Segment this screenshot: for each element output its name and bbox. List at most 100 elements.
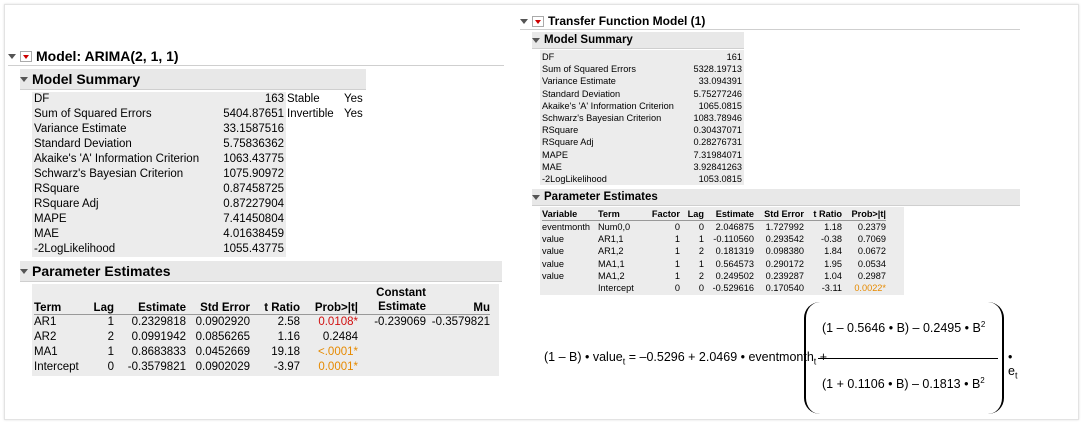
title-divider bbox=[520, 29, 1020, 30]
formula-lhs: (1 – B) • valuet = –0.5296 + 2.0469 • ev… bbox=[544, 350, 828, 367]
col-std-error[interactable]: Std Error bbox=[186, 284, 250, 314]
parameter-estimates-table: Term Lag Estimate Std Error t Ratio Prob… bbox=[34, 284, 490, 375]
disclosure-icon[interactable] bbox=[20, 268, 28, 274]
col-prob[interactable]: Prob>|t| bbox=[300, 284, 360, 314]
param-row: AR1 1 0.2329818 0.0902920 2.58 0.0108* -0.2390… bbox=[34, 315, 490, 330]
tf-col-lag[interactable]: Lag bbox=[680, 207, 704, 220]
tf-param-term: MA1,1 bbox=[598, 258, 625, 269]
tf-param-factor: 0 bbox=[674, 222, 680, 232]
tf-col-std-error[interactable]: Std Error bbox=[754, 207, 804, 220]
summary-value: 4.01638459 bbox=[223, 228, 284, 240]
col-constant-estimate[interactable]: Constant Estimate bbox=[360, 284, 426, 314]
summary-label: DF bbox=[34, 93, 50, 105]
tf-summary-label: Sum of Squared Errors bbox=[542, 64, 636, 75]
tf-summary-row: Standard Deviation 5.75277246 bbox=[542, 88, 742, 100]
summary-value: 1063.43775 bbox=[223, 153, 284, 165]
summary-row: Variance Estimate 33.1587516 bbox=[34, 122, 286, 137]
transfer-title-row[interactable]: Transfer Function Model (1) bbox=[520, 12, 1020, 30]
tf-summary-label: DF bbox=[542, 52, 555, 62]
tf-param-lag: 1 bbox=[698, 234, 704, 245]
tf-summary-row: RSquare Adj 0.28276731 bbox=[542, 136, 742, 148]
tf-param-term: MA1,2 bbox=[598, 270, 625, 281]
red-triangle-menu-icon[interactable] bbox=[532, 15, 544, 27]
col-estimate[interactable]: Estimate bbox=[114, 284, 186, 314]
tf-summary-label: Variance Estimate bbox=[542, 76, 616, 87]
tf-summary-value: 1083.78946 bbox=[693, 113, 742, 124]
summary-value: 1055.43775 bbox=[223, 243, 284, 255]
col-lag[interactable]: Lag bbox=[86, 284, 114, 314]
tf-summary-label: MAE bbox=[542, 161, 562, 172]
disclosure-icon[interactable] bbox=[8, 53, 16, 59]
model-summary-header[interactable]: Model Summary bbox=[20, 69, 366, 90]
tf-param-row: value AR1,1 1 1 -0.110560 0.293542 -0.38 0.7069 bbox=[542, 233, 886, 245]
tf-model-summary-header[interactable]: Model Summary bbox=[532, 32, 744, 49]
summary-value: 0.87458725 bbox=[223, 183, 284, 195]
summary-row: DF 163 bbox=[34, 92, 286, 107]
tf-param-lag: 1 bbox=[698, 258, 704, 269]
title-divider bbox=[8, 65, 504, 66]
disclosure-icon[interactable] bbox=[532, 194, 540, 200]
tf-param-lag: 0 bbox=[698, 222, 704, 232]
col-constant-line2: Estimate bbox=[378, 301, 426, 313]
param-prob: <.0001* bbox=[318, 346, 358, 358]
col-mu[interactable]: Mu bbox=[426, 284, 490, 314]
model-summary-table: DF 163 Sum of Squared Errors 5404.87651 Vari… bbox=[34, 92, 286, 257]
tf-summary-row: MAE 3.92841263 bbox=[542, 161, 742, 173]
col-t-ratio[interactable]: t Ratio bbox=[250, 284, 300, 314]
summary-label: -2LogLikelihood bbox=[34, 243, 116, 255]
param-row: Intercept 0 -0.3579821 0.0902029 -3.97 0.0001… bbox=[34, 360, 490, 375]
tf-param-tratio: -3.11 bbox=[821, 283, 842, 294]
param-mu bbox=[426, 345, 490, 360]
param-term: Intercept bbox=[34, 361, 79, 373]
tf-param-variable: value bbox=[542, 258, 564, 269]
tf-col-term[interactable]: Term bbox=[598, 207, 644, 220]
arima-title-row[interactable]: Model: ARIMA(2, 1, 1) bbox=[8, 46, 504, 66]
tf-param-tratio: 1.84 bbox=[824, 246, 842, 257]
invertible-row: Invertible Yes bbox=[286, 107, 363, 122]
summary-row: Standard Deviation 5.75836362 bbox=[34, 137, 286, 152]
disclosure-icon[interactable] bbox=[20, 76, 28, 82]
tf-param-estimate: -0.529616 bbox=[712, 283, 754, 294]
tf-col-t-ratio[interactable]: t Ratio bbox=[804, 207, 842, 220]
tf-summary-row: -2LogLikelihood 1053.0815 bbox=[542, 173, 742, 185]
tf-parameter-estimates-table: Variable Term Factor Lag Estimate Std Er… bbox=[542, 207, 886, 294]
tf-summary-row: Schwarz's Bayesian Criterion 1083.78946 bbox=[542, 112, 742, 124]
transfer-function-formula: (1 – B) • valuet = –0.5296 + 2.0469 • ev… bbox=[540, 302, 1020, 414]
summary-row: MAPE 7.41450804 bbox=[34, 212, 286, 227]
invertible-label: Invertible bbox=[287, 108, 334, 120]
summary-row: RSquare Adj 0.87227904 bbox=[34, 197, 286, 212]
parameter-estimates-header[interactable]: Parameter Estimates bbox=[20, 261, 502, 282]
tf-col-variable[interactable]: Variable bbox=[542, 207, 598, 220]
tf-param-term: Num0,0 bbox=[598, 222, 631, 232]
tf-param-tratio: 1.95 bbox=[824, 258, 842, 269]
param-stderr: 0.0856265 bbox=[195, 331, 250, 343]
tf-col-prob[interactable]: Prob>|t| bbox=[842, 207, 887, 220]
param-lag: 2 bbox=[107, 331, 114, 343]
param-constant-estimate: -0.239069 bbox=[374, 316, 426, 328]
col-term[interactable]: Term bbox=[34, 284, 86, 314]
tf-param-row: value AR1,2 1 2 0.181319 0.098380 1.84 0.0672 bbox=[542, 245, 886, 257]
param-stderr: 0.0902920 bbox=[195, 316, 250, 328]
param-row: MA1 1 0.8683833 0.0452669 19.18 <.0001* bbox=[34, 345, 490, 360]
summary-row: Sum of Squared Errors 5404.87651 bbox=[34, 107, 286, 122]
tf-param-lag: 2 bbox=[698, 246, 704, 257]
disclosure-icon[interactable] bbox=[532, 37, 540, 43]
tf-param-variable: value bbox=[542, 270, 564, 281]
summary-value: 0.87227904 bbox=[223, 198, 284, 210]
tf-param-factor: 0 bbox=[674, 283, 680, 294]
param-prob: 0.0001* bbox=[318, 361, 358, 373]
param-constant-estimate bbox=[360, 330, 426, 345]
disclosure-icon[interactable] bbox=[520, 18, 528, 24]
tf-param-estimate: -0.110560 bbox=[713, 234, 754, 245]
tf-param-row: value MA1,1 1 1 0.564573 0.290172 1.95 0.0534 bbox=[542, 258, 886, 270]
tf-summary-value: 5.75277246 bbox=[693, 88, 742, 99]
tf-col-estimate[interactable]: Estimate bbox=[704, 207, 754, 220]
tf-parameter-estimates-header[interactable]: Parameter Estimates bbox=[532, 189, 1020, 206]
summary-value: 33.1587516 bbox=[223, 123, 284, 135]
model-summary-title: Model Summary bbox=[32, 71, 141, 87]
tf-param-prob: 0.7069 bbox=[857, 234, 886, 245]
tf-col-factor[interactable]: Factor bbox=[644, 207, 680, 220]
red-triangle-menu-icon[interactable] bbox=[20, 50, 32, 62]
tf-summary-value: 33.094391 bbox=[698, 76, 742, 87]
tf-param-estimate: 0.249502 bbox=[715, 270, 754, 281]
